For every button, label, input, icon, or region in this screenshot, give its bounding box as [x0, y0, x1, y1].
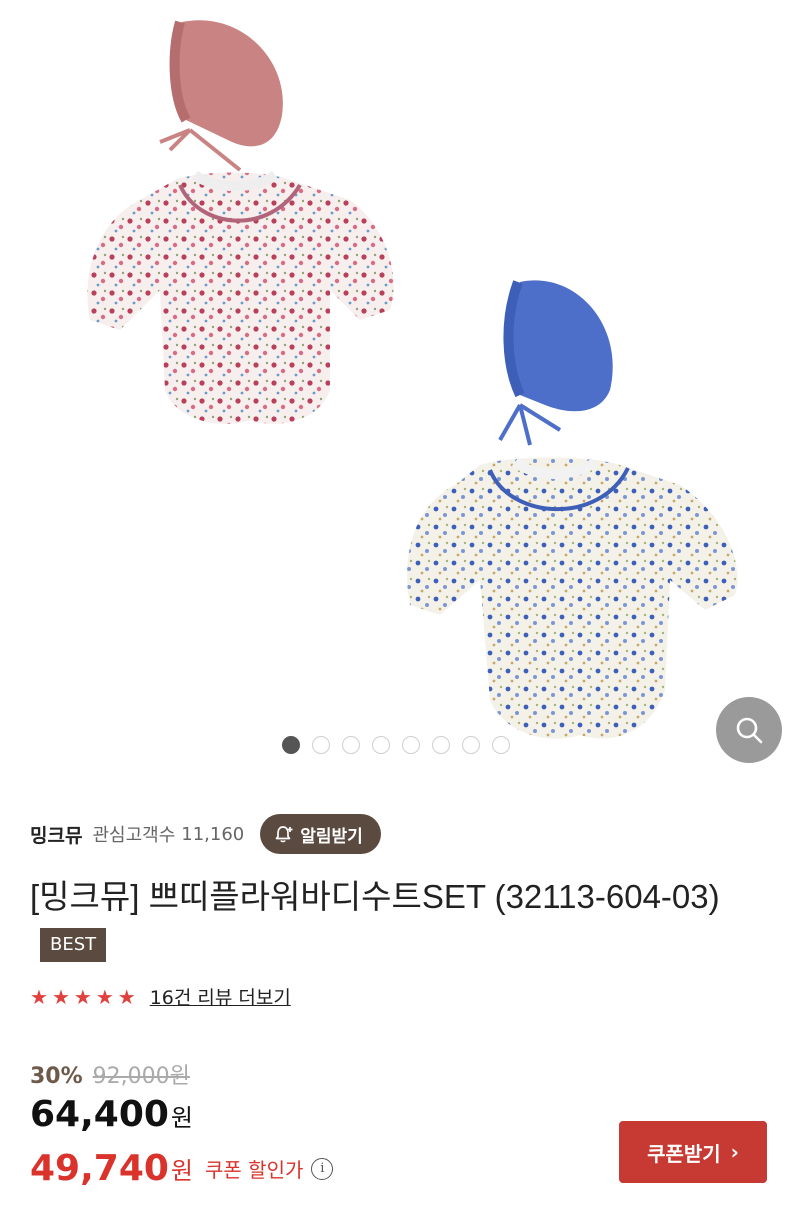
- gallery-pagination: [282, 736, 510, 754]
- pagination-dot[interactable]: [312, 736, 330, 754]
- zoom-button[interactable]: [716, 697, 782, 763]
- followers-count: 11,160: [181, 823, 245, 845]
- product-title-text: [밍크뮤] 쁘띠플라워바디수트SET (32113-604-03): [30, 878, 720, 915]
- search-icon: [736, 717, 763, 744]
- brand-row: 밍크뮤 관심고객수 11,160 알림받기: [30, 812, 770, 856]
- info-icon[interactable]: i: [311, 1157, 334, 1180]
- coupon-price: 49,740: [30, 1148, 169, 1189]
- pagination-dot[interactable]: [372, 736, 390, 754]
- bell-plus-icon: [275, 826, 293, 843]
- blue-bonnet: [498, 280, 613, 446]
- alarm-button[interactable]: 알림받기: [260, 814, 381, 854]
- followers-label: 관심고객수: [92, 825, 176, 846]
- alarm-label: 알림받기: [300, 826, 363, 847]
- pagination-dot[interactable]: [342, 736, 360, 754]
- brand-name[interactable]: 밍크뮤: [30, 821, 82, 848]
- original-price: 92,000원: [92, 1064, 190, 1089]
- product-image-gallery[interactable]: [0, 0, 800, 780]
- star-rating: ★ ★ ★ ★ ★: [30, 985, 140, 1009]
- product-title: [밍크뮤] 쁘띠플라워바디수트SET (32113-604-03) BEST: [30, 873, 770, 969]
- product-image: [87, 20, 738, 739]
- get-coupon-label: 쿠폰받기: [647, 1141, 721, 1166]
- star-icon: ★: [95, 984, 114, 1009]
- star-icon: ★: [51, 984, 70, 1009]
- blue-bodysuit: [407, 457, 738, 739]
- coupon-price-row: 49,740 원 쿠폰 할인가 i: [30, 1148, 334, 1189]
- star-icon: ★: [30, 984, 48, 1009]
- pagination-dot[interactable]: [402, 736, 420, 754]
- star-icon: ★: [73, 984, 92, 1009]
- discount-row: 30% 92,000원: [30, 1058, 190, 1090]
- discount-rate: 30%: [30, 1064, 83, 1089]
- rating-row: ★ ★ ★ ★ ★ 16건 리뷰 더보기: [30, 983, 291, 1010]
- pagination-dot[interactable]: [492, 736, 510, 754]
- star-icon: ★: [117, 984, 136, 1009]
- pagination-dot[interactable]: [432, 736, 450, 754]
- sale-price: 64,400: [30, 1094, 169, 1135]
- pagination-dot[interactable]: [462, 736, 480, 754]
- chevron-right-icon: ›: [730, 1140, 739, 1164]
- pink-bonnet: [159, 20, 283, 172]
- get-coupon-button[interactable]: 쿠폰받기 ›: [619, 1121, 767, 1183]
- pagination-dot[interactable]: [282, 736, 300, 754]
- sale-price-unit: 원: [170, 1104, 194, 1132]
- pink-bodysuit: [87, 170, 394, 424]
- best-badge: BEST: [40, 928, 107, 962]
- sale-price-row: 64,400 원: [30, 1094, 193, 1135]
- review-link[interactable]: 16건 리뷰 더보기: [150, 983, 291, 1010]
- coupon-price-label: 쿠폰 할인가: [205, 1158, 304, 1182]
- coupon-price-unit: 원: [170, 1157, 194, 1185]
